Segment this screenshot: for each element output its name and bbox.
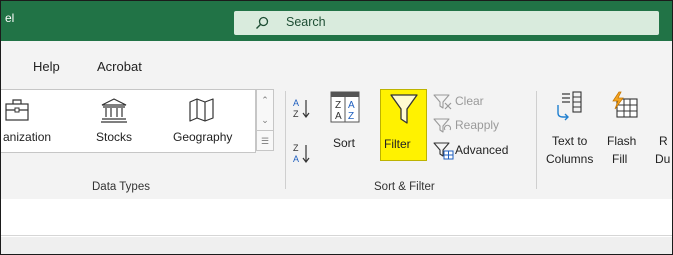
sort-filter-group-label: Sort & Filter	[374, 181, 435, 193]
excel-window: el Search Help Acrobat anization Stocks …	[0, 0, 673, 255]
remove-duplicates-label-line1: R	[659, 134, 668, 148]
remove-duplicates-button[interactable]: R Du	[649, 89, 672, 175]
sort-icon: Z A A Z	[330, 91, 360, 123]
filter-funnel-icon	[390, 94, 418, 124]
advanced-filter-icon	[433, 142, 454, 160]
geography-map-icon	[189, 98, 214, 122]
sort-z-to-a-icon: Z A	[293, 143, 310, 164]
reapply-button[interactable]: Reapply	[431, 117, 511, 135]
svg-text:A: A	[293, 154, 299, 164]
organization-label: anization	[3, 130, 52, 144]
geography-label: Geography	[173, 130, 233, 144]
text-to-columns-icon	[557, 91, 582, 121]
ribbon: anization Stocks Geography ⌃ ⌄ ☰ Data Ty…	[1, 81, 672, 200]
search-placeholder: Search	[286, 15, 326, 29]
svg-text:A: A	[348, 100, 355, 111]
reapply-filter-icon	[433, 118, 452, 133]
flash-fill-button[interactable]: Flash Fill	[601, 89, 645, 175]
clear-label: Clear	[455, 94, 484, 108]
advanced-filter-button[interactable]: Advanced	[431, 141, 523, 161]
worksheet-header-strip	[1, 237, 672, 254]
gallery-more-icon[interactable]: ☰	[257, 130, 273, 151]
tab-help[interactable]: Help	[33, 59, 60, 74]
svg-text:Z: Z	[293, 143, 299, 153]
text-to-columns-button[interactable]: Text to Columns	[542, 89, 598, 175]
gallery-scroll-up-icon[interactable]: ⌃	[257, 90, 273, 110]
stocks-icon	[101, 98, 127, 123]
data-types-gallery: anization Stocks Geography	[1, 89, 256, 153]
data-type-geography[interactable]: Geography	[167, 90, 253, 152]
svg-text:A: A	[335, 111, 342, 122]
sort-label: Sort	[333, 136, 356, 150]
data-type-stocks[interactable]: Stocks	[84, 90, 154, 152]
clear-filter-button[interactable]: Clear	[431, 93, 511, 111]
data-types-group-label: Data Types	[92, 181, 150, 193]
sort-a-to-z-icon: A Z	[293, 98, 310, 119]
organization-icon	[5, 99, 29, 121]
flash-fill-label-line2: Fill	[612, 152, 628, 166]
group-divider	[536, 91, 537, 189]
ribbon-tabs: Help Acrobat	[1, 41, 672, 81]
gallery-scroll: ⌃ ⌄ ☰	[256, 89, 274, 151]
text-to-columns-label-line2: Columns	[546, 152, 594, 166]
svg-text:Z: Z	[348, 111, 354, 122]
stocks-label: Stocks	[96, 130, 133, 144]
svg-text:Z: Z	[293, 109, 299, 119]
flash-fill-icon	[612, 91, 638, 118]
search-icon	[256, 16, 269, 29]
data-type-organization[interactable]: anization	[1, 90, 81, 152]
filter-button[interactable]: Filter	[380, 89, 427, 161]
filter-label: Filter	[384, 137, 411, 151]
reapply-label: Reapply	[455, 118, 500, 132]
formula-bar-area	[1, 199, 672, 236]
tab-acrobat[interactable]: Acrobat	[97, 59, 142, 74]
remove-duplicates-label-line2: Du	[655, 152, 671, 166]
group-divider	[285, 91, 286, 189]
sort-button[interactable]: Z A A Z Sort	[327, 89, 367, 161]
search-box[interactable]: Search	[234, 11, 659, 35]
gallery-scroll-down-icon[interactable]: ⌄	[257, 110, 273, 130]
text-to-columns-label-line1: Text to	[552, 134, 588, 148]
flash-fill-label-line1: Flash	[607, 134, 637, 148]
app-title: el	[5, 11, 15, 25]
clear-filter-icon	[433, 94, 452, 110]
advanced-label: Advanced	[455, 143, 509, 157]
sort-z-to-a-button[interactable]: Z A	[292, 142, 312, 164]
sort-a-to-z-button[interactable]: A Z	[292, 97, 312, 119]
svg-text:Z: Z	[335, 100, 341, 111]
svg-text:A: A	[293, 98, 299, 108]
title-bar: el Search	[1, 1, 672, 41]
